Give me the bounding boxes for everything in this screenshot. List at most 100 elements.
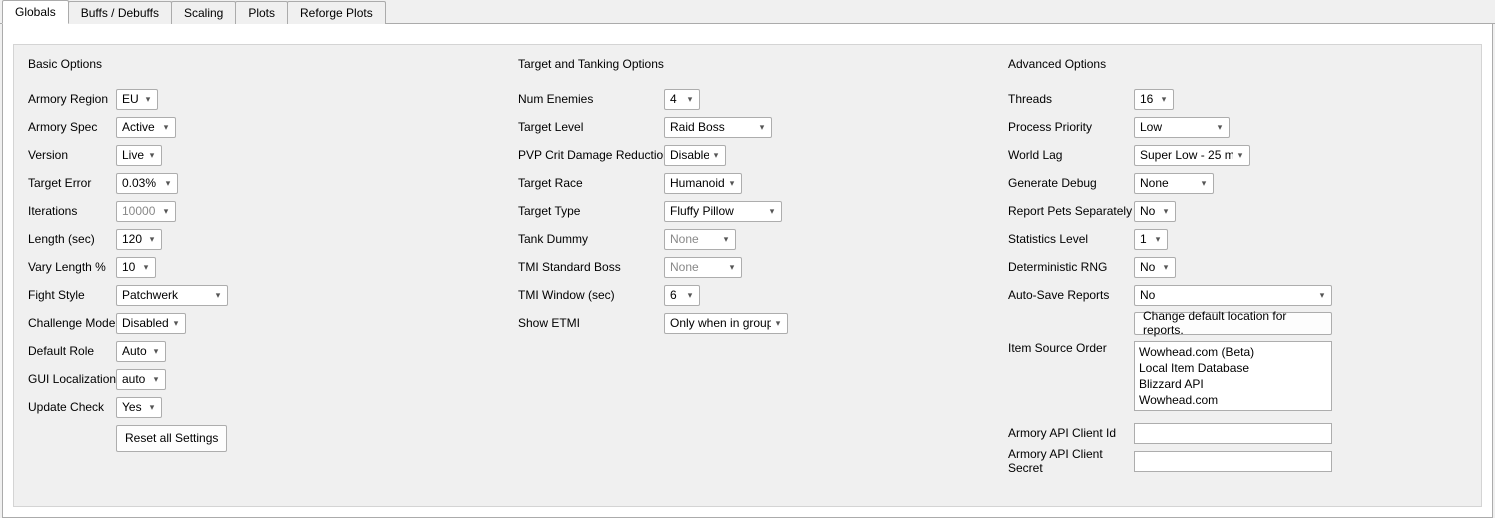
value-version: Live [122,148,145,162]
input-api-client-id[interactable] [1134,423,1332,444]
label-iterations: Iterations [28,204,116,218]
combo-target-error[interactable]: 0.03% [116,173,178,194]
value-target-type: Fluffy Pillow [670,204,765,218]
reset-all-settings-button[interactable]: Reset all Settings [116,425,227,452]
combo-deterministic-rng[interactable]: No [1134,257,1176,278]
chevron-down-icon [159,206,175,217]
value-pvp-crit: Disable [670,148,709,162]
label-tmi-standard: TMI Standard Boss [518,260,664,274]
combo-fight-style[interactable]: Patchwerk [116,285,228,306]
target-tanking-group: Target and Tanking Options Num Enemies 4… [504,45,994,506]
label-show-etmi: Show ETMI [518,316,664,330]
combo-auto-save[interactable]: No [1134,285,1332,306]
label-item-source-order: Item Source Order [1008,341,1134,355]
label-api-client-secret: Armory API Client Secret [1008,447,1134,475]
combo-target-type[interactable]: Fluffy Pillow [664,201,782,222]
chevron-down-icon [1151,234,1167,245]
chevron-down-icon [725,262,741,273]
label-armory-region: Armory Region [28,92,116,106]
label-generate-debug: Generate Debug [1008,176,1134,190]
chevron-down-icon [149,374,165,385]
label-target-level: Target Level [518,120,664,134]
label-length: Length (sec) [28,232,116,246]
listbox-item-source-order[interactable]: Wowhead.com (Beta) Local Item Database B… [1134,341,1332,411]
combo-armory-region[interactable]: EU [116,89,158,110]
chevron-down-icon [1233,150,1249,161]
combo-threads[interactable]: 16 [1134,89,1174,110]
chevron-down-icon [145,402,161,413]
chevron-down-icon [211,290,227,301]
value-challenge-mode: Disabled [122,316,169,330]
combo-length[interactable]: 120 [116,229,162,250]
combo-num-enemies[interactable]: 4 [664,89,700,110]
chevron-down-icon [149,346,165,357]
combo-tmi-window[interactable]: 6 [664,285,700,306]
tab-reforge-plots[interactable]: Reforge Plots [287,1,386,24]
combo-default-role[interactable]: Auto [116,341,166,362]
combo-generate-debug[interactable]: None [1134,173,1214,194]
combo-report-pets[interactable]: No [1134,201,1176,222]
label-deterministic-rng: Deterministic RNG [1008,260,1134,274]
label-vary-length: Vary Length % [28,260,116,274]
chevron-down-icon [141,94,157,105]
combo-statistics-level[interactable]: 1 [1134,229,1168,250]
value-world-lag: Super Low - 25 ms [1140,148,1233,162]
label-api-client-id: Armory API Client Id [1008,426,1134,440]
label-threads: Threads [1008,92,1134,106]
chevron-down-icon [1315,290,1331,301]
tab-buffs-debuffs[interactable]: Buffs / Debuffs [68,1,172,24]
combo-show-etmi[interactable]: Only when in group [664,313,788,334]
value-statistics-level: 1 [1140,232,1151,246]
value-deterministic-rng: No [1140,260,1159,274]
combo-version[interactable]: Live [116,145,162,166]
chevron-down-icon [145,234,161,245]
value-auto-save: No [1140,288,1315,302]
value-tank-dummy: None [670,232,719,246]
combo-challenge-mode[interactable]: Disabled [116,313,186,334]
advanced-options-group: Advanced Options Threads 16 Process Prio… [994,45,1481,506]
label-pvp-crit: PVP Crit Damage Reduction [518,148,664,162]
combo-world-lag[interactable]: Super Low - 25 ms [1134,145,1250,166]
label-gui-localization: GUI Localization [28,372,116,386]
change-default-location-button[interactable]: Change default location for reports. [1134,312,1332,335]
label-world-lag: World Lag [1008,148,1134,162]
chevron-down-icon [771,318,787,329]
list-item[interactable]: Wowhead.com [1139,392,1327,408]
chevron-down-icon [709,150,725,161]
combo-gui-localization[interactable]: auto [116,369,166,390]
label-armory-spec: Armory Spec [28,120,116,134]
input-api-client-secret[interactable] [1134,451,1332,472]
value-tmi-window: 6 [670,288,683,302]
tab-globals[interactable]: Globals [2,0,69,24]
label-process-priority: Process Priority [1008,120,1134,134]
label-report-pets: Report Pets Separately [1008,204,1134,218]
group-title-advanced: Advanced Options [1008,57,1467,71]
value-process-priority: Low [1140,120,1213,134]
combo-tmi-standard: None [664,257,742,278]
value-target-level: Raid Boss [670,120,755,134]
chevron-down-icon [159,122,175,133]
tab-scaling[interactable]: Scaling [171,1,236,24]
combo-iterations: 10000 [116,201,176,222]
value-iterations: 10000 [122,204,159,218]
combo-target-level[interactable]: Raid Boss [664,117,772,138]
combo-update-check[interactable]: Yes [116,397,162,418]
combo-vary-length[interactable]: 10 [116,257,156,278]
combo-pvp-crit[interactable]: Disable [664,145,726,166]
label-fight-style: Fight Style [28,288,116,302]
chevron-down-icon [1159,206,1175,217]
combo-process-priority[interactable]: Low [1134,117,1230,138]
list-item[interactable]: Local Item Database [1139,360,1327,376]
value-vary-length: 10 [122,260,139,274]
chevron-down-icon [1159,262,1175,273]
value-default-role: Auto [122,344,149,358]
list-item[interactable]: Blizzard API [1139,376,1327,392]
combo-target-race[interactable]: Humanoid [664,173,742,194]
combo-tank-dummy: None [664,229,736,250]
combo-armory-spec[interactable]: Active [116,117,176,138]
label-tmi-window: TMI Window (sec) [518,288,664,302]
chevron-down-icon [145,150,161,161]
tab-plots[interactable]: Plots [235,1,288,24]
value-show-etmi: Only when in group [670,316,771,330]
list-item[interactable]: Wowhead.com (Beta) [1139,344,1327,360]
